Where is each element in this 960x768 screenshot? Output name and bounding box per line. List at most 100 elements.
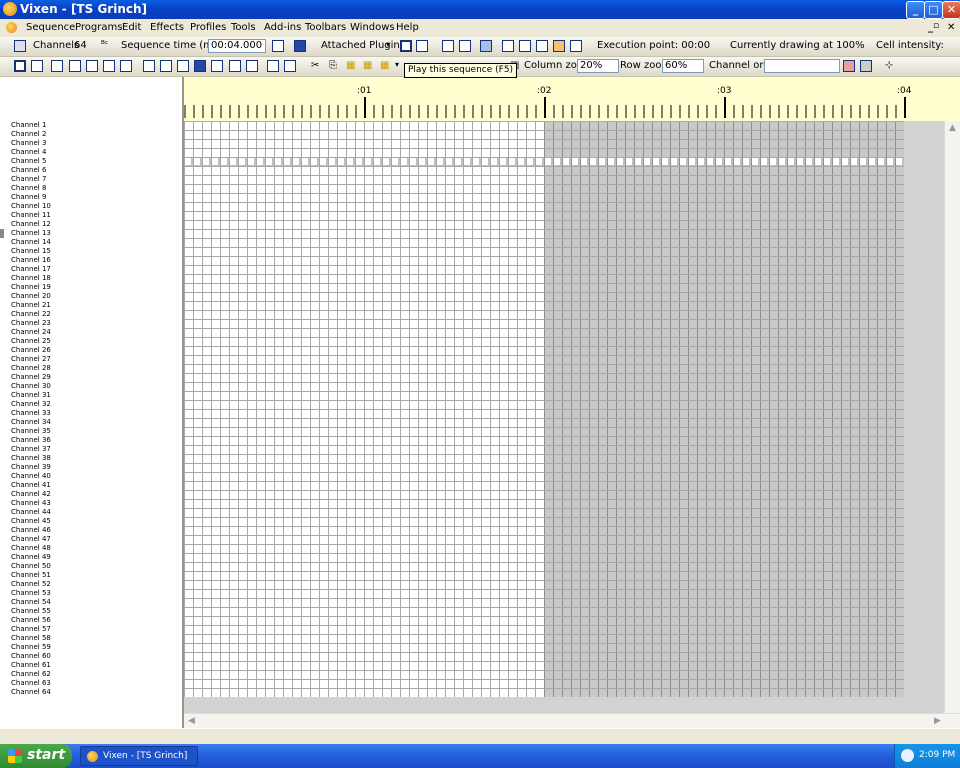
channel-label[interactable]: Channel 47 xyxy=(11,535,51,544)
channel-label[interactable]: Channel 6 xyxy=(11,166,46,175)
highlight-cell[interactable] xyxy=(392,158,398,165)
channel-label[interactable]: Channel 30 xyxy=(11,382,51,391)
channel-label[interactable]: Channel 35 xyxy=(11,427,51,436)
highlight-cell[interactable] xyxy=(302,158,308,165)
scroll-right-icon[interactable]: ▶ xyxy=(934,716,941,726)
music-icon[interactable] xyxy=(272,40,284,52)
channel-label[interactable]: Channel 4 xyxy=(11,148,46,157)
channel-label[interactable]: Channel 60 xyxy=(11,652,51,661)
channel-label[interactable]: Channel 43 xyxy=(11,499,51,508)
channel-label[interactable]: Channel 18 xyxy=(11,274,51,283)
highlight-cell[interactable] xyxy=(653,158,659,165)
intensity-icon[interactable] xyxy=(194,60,206,72)
channel-label[interactable]: Channel 8 xyxy=(11,184,46,193)
line-icon[interactable] xyxy=(284,60,296,72)
channel-label[interactable]: Channel 7 xyxy=(11,175,46,184)
copy-icon[interactable]: ⎘ xyxy=(329,60,337,71)
menu-tools[interactable]: Tools xyxy=(231,22,256,33)
menu-toolbars[interactable]: Toolbars xyxy=(305,22,346,33)
paste-special-icon[interactable]: ▦ xyxy=(363,60,372,71)
channel-label[interactable]: Channel 48 xyxy=(11,544,51,553)
highlight-cell[interactable] xyxy=(734,158,740,165)
highlight-cell[interactable] xyxy=(725,158,731,165)
close-button[interactable]: ✕ xyxy=(942,1,960,19)
menu-add-ins[interactable]: Add-ins xyxy=(264,22,301,33)
channel-label[interactable]: Channel 3 xyxy=(11,139,46,148)
menu-programs[interactable]: Programs xyxy=(75,22,122,33)
sequence-grid[interactable] xyxy=(184,121,904,697)
channel-label[interactable]: Channel 1 xyxy=(11,121,46,130)
channel-label[interactable]: Channel 56 xyxy=(11,616,51,625)
highlight-cell[interactable] xyxy=(554,158,560,165)
channel-label[interactable]: Channel 22 xyxy=(11,310,51,319)
vixen-app-icon[interactable] xyxy=(3,2,17,16)
channel-label[interactable]: Channel 50 xyxy=(11,562,51,571)
channel-order-select[interactable] xyxy=(764,59,840,73)
channel-label[interactable]: Channel 40 xyxy=(11,472,51,481)
row-zoom-select[interactable]: 60% xyxy=(662,59,704,73)
channel-label[interactable]: Channel 54 xyxy=(11,598,51,607)
speed-4-icon[interactable] xyxy=(553,40,565,52)
channel-label[interactable]: Channel 52 xyxy=(11,580,51,589)
channel-label[interactable]: Channel 53 xyxy=(11,589,51,598)
channel-label[interactable]: Channel 55 xyxy=(11,607,51,616)
random-icon[interactable] xyxy=(211,60,223,72)
sparkle-icon[interactable] xyxy=(246,60,258,72)
highlight-cell[interactable] xyxy=(275,158,281,165)
channel-label[interactable]: Channel 62 xyxy=(11,670,51,679)
channel-label[interactable]: Channel 46 xyxy=(11,526,51,535)
highlight-cell[interactable] xyxy=(761,158,767,165)
highlight-cell[interactable] xyxy=(779,158,785,165)
fade-down-icon[interactable] xyxy=(103,60,115,72)
save-icon[interactable] xyxy=(14,40,26,52)
menu-effects[interactable]: Effects xyxy=(150,22,184,33)
highlight-cell[interactable] xyxy=(824,158,830,165)
fill-icon[interactable] xyxy=(14,60,26,72)
speed-3-icon[interactable] xyxy=(536,40,548,52)
highlight-cell[interactable] xyxy=(626,158,632,165)
channel-order-delete-icon[interactable] xyxy=(860,60,872,72)
undo-icon[interactable]: ▦ xyxy=(380,60,389,71)
mdi-close-icon[interactable]: ✕ xyxy=(947,22,955,33)
paste-icon[interactable]: ▦ xyxy=(346,60,355,71)
highlight-cell[interactable] xyxy=(806,158,812,165)
maximize-button[interactable]: □ xyxy=(924,1,943,19)
network-icon[interactable] xyxy=(901,749,914,762)
highlight-cell[interactable] xyxy=(320,158,326,165)
highlight-cell[interactable] xyxy=(437,158,443,165)
channel-label[interactable]: Channel 41 xyxy=(11,481,51,490)
highlight-cell[interactable] xyxy=(509,158,515,165)
highlight-cell[interactable] xyxy=(248,158,254,165)
scroll-left-icon[interactable]: ◀ xyxy=(188,716,195,726)
shimmer-icon[interactable] xyxy=(229,60,241,72)
time-ruler[interactable]: :01:02:03:04 xyxy=(184,77,960,121)
start-button[interactable]: start xyxy=(0,744,72,768)
sequence-time-field[interactable]: 00:04.000 xyxy=(208,39,266,53)
channel-label[interactable]: Channel 29 xyxy=(11,373,51,382)
highlight-cell[interactable] xyxy=(194,158,200,165)
mdi-restore-icon[interactable]: ▫ xyxy=(933,21,939,31)
channel-label[interactable]: Channel 64 xyxy=(11,688,51,697)
highlight-cell[interactable] xyxy=(752,158,758,165)
highlight-cell[interactable] xyxy=(770,158,776,165)
chase-icon[interactable] xyxy=(143,60,155,72)
ramp-down-icon[interactable] xyxy=(69,60,81,72)
document-icon[interactable] xyxy=(6,22,17,33)
highlight-cell[interactable] xyxy=(311,158,317,165)
highlight-cell[interactable] xyxy=(671,158,677,165)
highlight-cell[interactable] xyxy=(689,158,695,165)
highlight-cell[interactable] xyxy=(788,158,794,165)
highlight-cell[interactable] xyxy=(599,158,605,165)
highlight-cell[interactable] xyxy=(410,158,416,165)
menu-help[interactable]: Help xyxy=(396,22,419,33)
channel-order-edit-icon[interactable] xyxy=(843,60,855,72)
toggle-icon[interactable] xyxy=(480,40,492,52)
scroll-up-icon[interactable]: ▲ xyxy=(949,123,956,133)
highlight-cell[interactable] xyxy=(239,158,245,165)
channel-label[interactable]: Channel 15 xyxy=(11,247,51,256)
highlight-cell[interactable] xyxy=(716,158,722,165)
highlight-cell[interactable] xyxy=(860,158,866,165)
highlight-cell[interactable] xyxy=(851,158,857,165)
highlight-cell[interactable] xyxy=(428,158,434,165)
channel-label[interactable]: Channel 38 xyxy=(11,454,51,463)
